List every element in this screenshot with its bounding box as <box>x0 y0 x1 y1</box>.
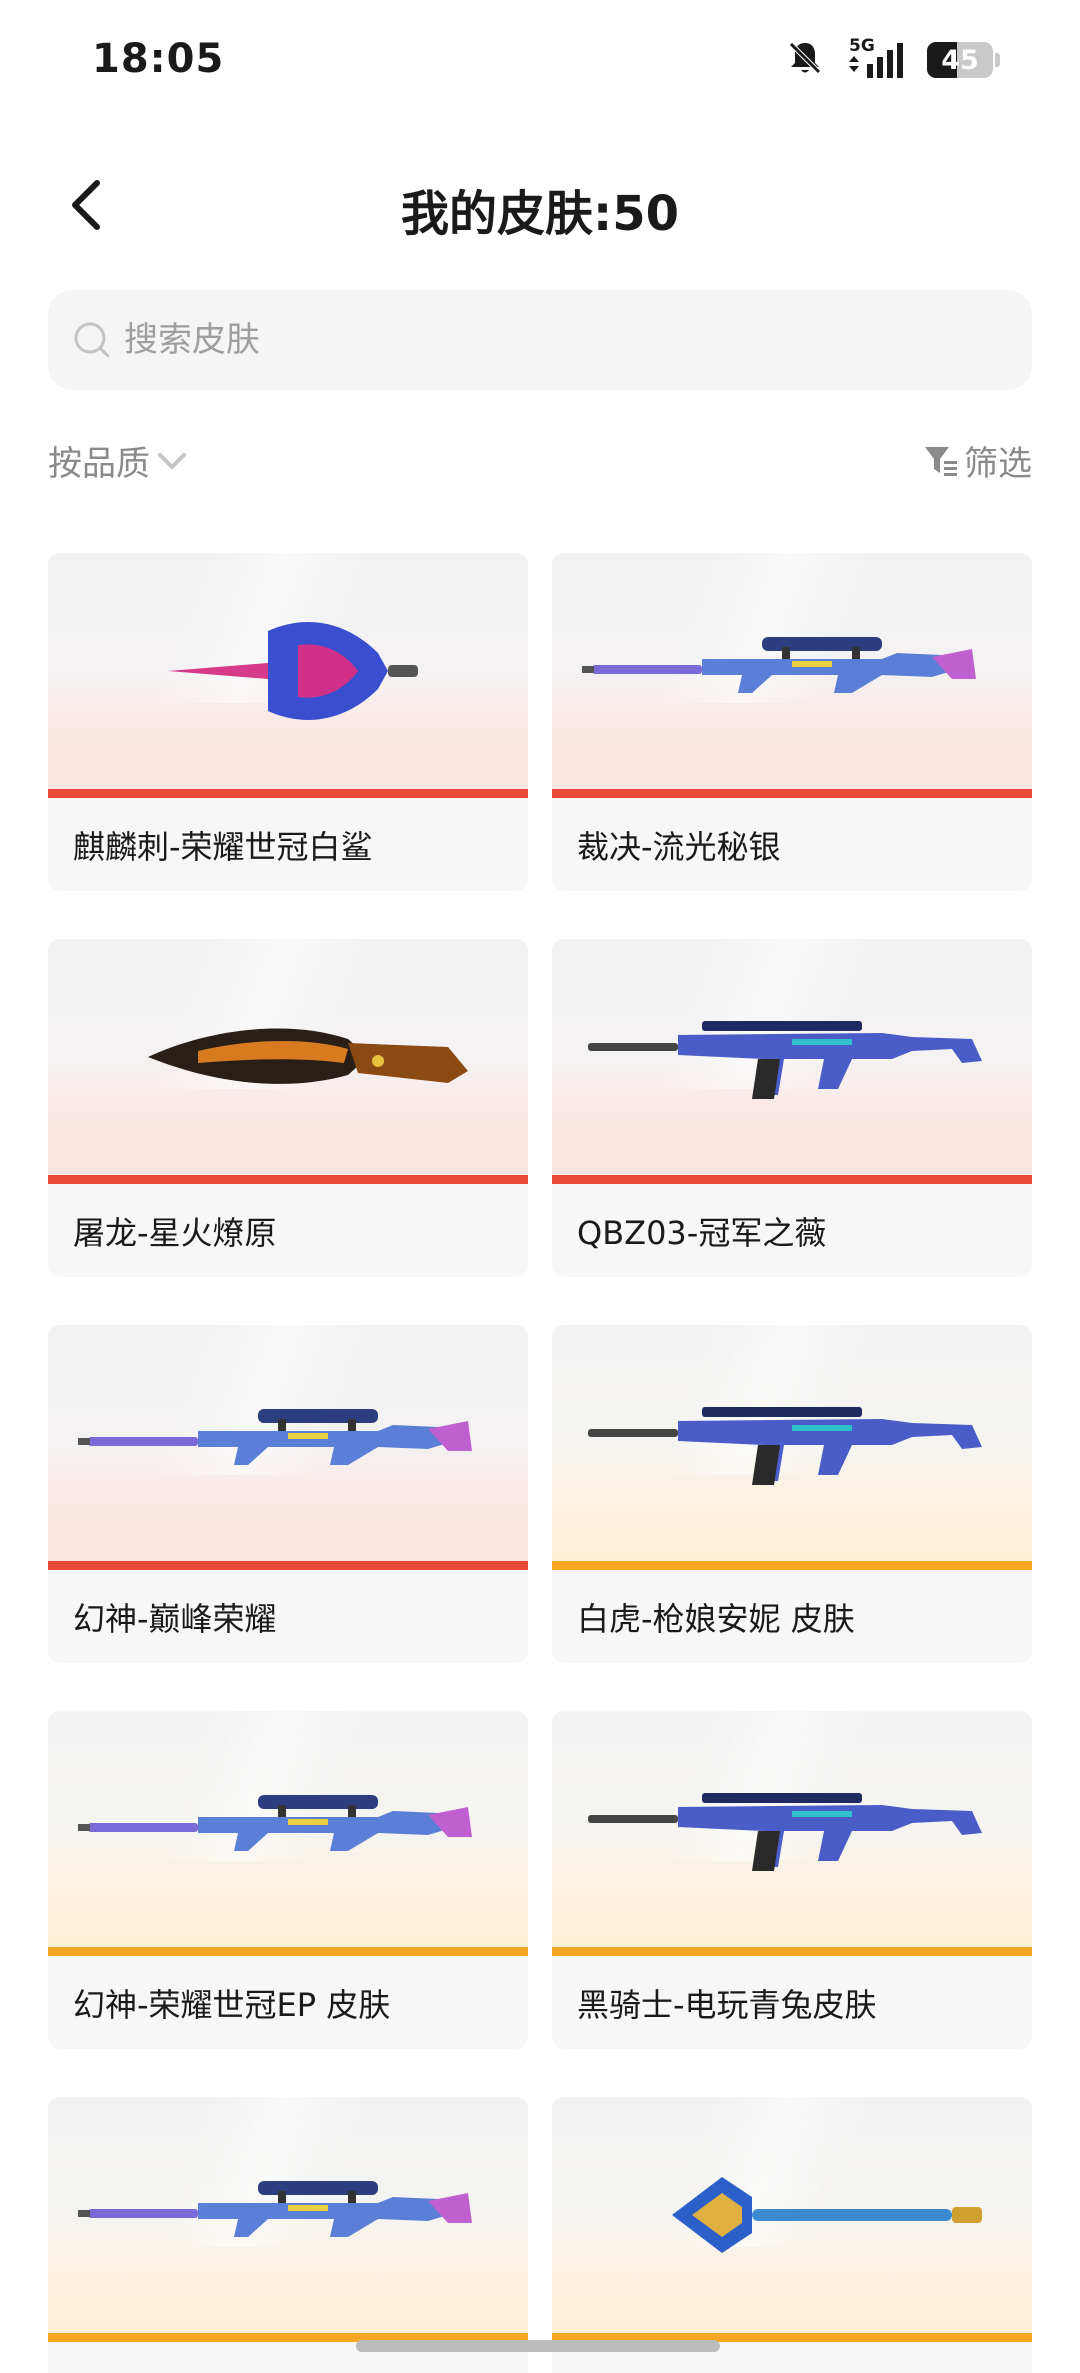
skin-name: 屠龙-星火燎原 <box>48 1184 528 1277</box>
weapon-image <box>78 1409 472 1465</box>
rarity-bar <box>552 1561 1032 1570</box>
battery-percent: 45 <box>941 44 979 76</box>
rarity-bar <box>552 1175 1032 1184</box>
skin-card[interactable]: 白虎-枪娘安妮 皮肤 <box>552 1325 1032 1663</box>
sort-label: 按品质 <box>48 444 150 484</box>
weapon-image <box>588 1407 982 1485</box>
header: 我的皮肤:50 <box>0 150 1080 260</box>
skin-image <box>48 1325 528 1561</box>
rarity-bar <box>48 1947 528 1956</box>
skin-image <box>48 939 528 1175</box>
skin-card[interactable]: QBZ03-冠军之薇 <box>552 939 1032 1277</box>
weapon-image <box>588 1793 982 1871</box>
battery-cap <box>995 53 1000 67</box>
signal-5g-icon: 5G <box>845 36 907 80</box>
weapon-image <box>148 1028 468 1084</box>
skin-card[interactable] <box>48 2097 528 2373</box>
rarity-bar <box>48 789 528 798</box>
skin-card[interactable]: 裁决-流光秘银 <box>552 553 1032 891</box>
skin-image <box>552 2097 1032 2333</box>
weapon-image <box>582 637 976 693</box>
weapon-image <box>168 622 418 720</box>
status-time: 18:05 <box>92 36 225 82</box>
rarity-bar <box>48 1561 528 1570</box>
filter-row: 按品质 筛选 <box>48 436 1032 496</box>
skin-name: QBZ03-冠军之薇 <box>552 1184 1032 1277</box>
skin-card[interactable] <box>552 2097 1032 2373</box>
skin-card[interactable]: 幻神-巅峰荣耀 <box>48 1325 528 1663</box>
status-icons: 5G 45 <box>785 36 1000 82</box>
status-bar: 18:05 5G 45 <box>0 0 1080 120</box>
rarity-bar <box>48 1175 528 1184</box>
filter-label: 筛选 <box>964 444 1032 484</box>
skin-name: 黑骑士-电玩青兔皮肤 <box>552 1956 1032 2049</box>
filter-icon <box>925 446 957 476</box>
skin-name: 麒麟刺-荣耀世冠白鲨 <box>48 798 528 891</box>
page-title: 我的皮肤:50 <box>401 186 679 242</box>
skin-name: 幻神-荣耀世冠EP 皮肤 <box>48 1956 528 2049</box>
skin-image <box>552 1325 1032 1561</box>
skin-card[interactable]: 麒麟刺-荣耀世冠白鲨 <box>48 553 528 891</box>
home-indicator <box>356 2340 720 2352</box>
filter-button[interactable]: 筛选 <box>922 436 1032 485</box>
search-input[interactable] <box>124 320 984 360</box>
skin-image <box>48 553 528 789</box>
sort-dropdown[interactable]: 按品质 <box>48 436 190 485</box>
skin-image <box>552 1711 1032 1947</box>
skin-grid: 麒麟刺-荣耀世冠白鲨 裁决-流光秘银 屠龙-星火燎原 QBZ03-冠军之薇 幻神… <box>48 553 1032 2373</box>
bell-off-icon <box>785 38 825 82</box>
skin-name: 幻神-巅峰荣耀 <box>48 1570 528 1663</box>
weapon-image <box>672 2177 982 2253</box>
skin-image <box>552 553 1032 789</box>
skin-image <box>48 1711 528 1947</box>
search-box[interactable] <box>48 290 1032 390</box>
skin-card[interactable]: 幻神-荣耀世冠EP 皮肤 <box>48 1711 528 2049</box>
skin-card[interactable]: 黑骑士-电玩青兔皮肤 <box>552 1711 1032 2049</box>
rarity-bar <box>552 789 1032 798</box>
skin-card[interactable]: 屠龙-星火燎原 <box>48 939 528 1277</box>
skin-image <box>552 939 1032 1175</box>
battery-icon: 45 <box>927 42 993 78</box>
search-icon <box>74 322 110 358</box>
skin-image <box>48 2097 528 2333</box>
weapon-image <box>588 1021 982 1099</box>
skin-name: 裁决-流光秘银 <box>552 798 1032 891</box>
weapon-image <box>78 1795 472 1851</box>
rarity-bar <box>552 1947 1032 1956</box>
skin-name: 白虎-枪娘安妮 皮肤 <box>552 1570 1032 1663</box>
weapon-image <box>78 2181 472 2237</box>
chevron-down-icon <box>158 452 186 469</box>
